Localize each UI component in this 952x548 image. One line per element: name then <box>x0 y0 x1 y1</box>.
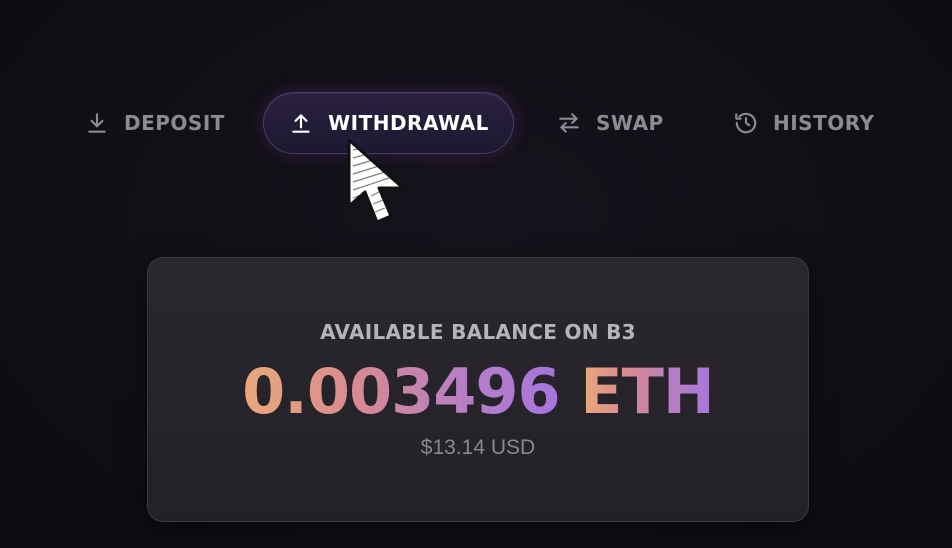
balance-amount-value: 0.003496 <box>242 355 561 428</box>
balance-label: AVAILABLE BALANCE ON B3 <box>320 320 636 344</box>
tab-swap[interactable]: SWAP <box>556 92 664 154</box>
tab-deposit[interactable]: DEPOSIT <box>84 92 225 154</box>
balance-fiat-value: $13.14 USD <box>420 436 536 459</box>
history-clock-icon <box>733 110 759 136</box>
tab-history-label: HISTORY <box>773 111 875 135</box>
balance-currency: ETH <box>580 355 715 428</box>
mouse-pointer-icon <box>347 138 405 224</box>
tab-withdrawal-label: WITHDRAWAL <box>328 111 489 135</box>
upload-icon <box>288 110 314 136</box>
download-icon <box>84 110 110 136</box>
tab-history[interactable]: HISTORY <box>733 92 875 154</box>
tab-swap-label: SWAP <box>596 111 664 135</box>
tab-deposit-label: DEPOSIT <box>124 111 225 135</box>
wallet-tabs: DEPOSIT WITHDRAWAL SWAP HISTORY <box>0 92 952 154</box>
balance-amount: 0.003496 ETH <box>148 356 808 428</box>
swap-arrows-icon <box>556 110 582 136</box>
balance-card: AVAILABLE BALANCE ON B3 0.003496 ETH $13… <box>147 257 809 522</box>
